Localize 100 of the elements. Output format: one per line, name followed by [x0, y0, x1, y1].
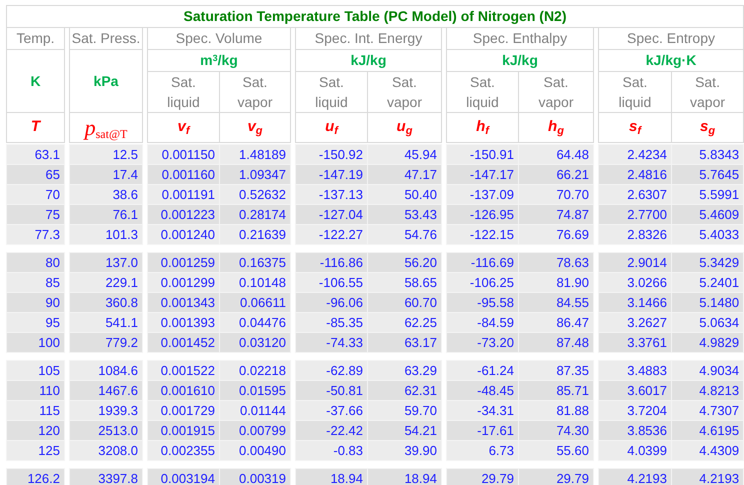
- table-cell: 2.4816: [598, 164, 672, 184]
- table-cell: -127.04: [296, 204, 368, 224]
- table-cell: 126.2: [6, 468, 64, 485]
- table-cell: -37.66: [296, 400, 368, 420]
- table-cell: 2513.0: [70, 420, 142, 440]
- table-cell: 3.1466: [598, 292, 672, 312]
- table-cell: 18.94: [368, 468, 442, 485]
- table-cell: 0.001343: [148, 292, 220, 312]
- table-cell: -106.55: [296, 272, 368, 292]
- table-cell: -147.19: [296, 164, 368, 184]
- table-cell: 5.4609: [672, 204, 744, 224]
- table-cell: 63.1: [6, 144, 64, 164]
- table-cell: 0.001223: [148, 204, 220, 224]
- table-cell: 2.6307: [598, 184, 672, 204]
- column-subheader: Sat. vapor: [386, 73, 424, 112]
- column-subheader: Sat. liquid: [166, 73, 201, 112]
- table-cell: 0.21639: [220, 224, 290, 244]
- column-subheader: Sat. vapor: [689, 73, 726, 112]
- table-cell: 86.47: [518, 312, 594, 332]
- table-cell: 77.3: [6, 224, 64, 244]
- table-cell: -62.89: [296, 360, 368, 380]
- symbol-label: s$_{f}$: [598, 112, 672, 142]
- table-cell: -61.24: [446, 360, 518, 380]
- column-header: Spec. Volume: [148, 28, 290, 50]
- symbol-label: v$_{f}$: [148, 112, 220, 142]
- table-cell: 39.90: [368, 440, 442, 460]
- table-cell: 229.1: [70, 272, 142, 292]
- table-cell: 105: [6, 360, 64, 380]
- table-cell: -122.15: [446, 224, 518, 244]
- table-cell: 3.4883: [598, 360, 672, 380]
- unit-label: kJ/kg: [296, 50, 442, 72]
- table-cell: 50.40: [368, 184, 442, 204]
- table-cell: 4.7307: [672, 400, 744, 420]
- table-cell: 47.17: [368, 164, 442, 184]
- table-cell: 55.60: [518, 440, 594, 460]
- table-cell: 3.0266: [598, 272, 672, 292]
- table-cell: 17.4: [70, 164, 142, 184]
- table-cell: 100: [6, 332, 64, 352]
- table-cell: 5.1480: [672, 292, 744, 312]
- table-cell: 3.7204: [598, 400, 672, 420]
- unit-label: kJ/kg: [446, 50, 594, 72]
- table-cell: 0.00319: [220, 468, 290, 485]
- column-subheader: Sat. vapor: [537, 73, 575, 112]
- table-cell: 0.01144: [220, 400, 290, 420]
- table-cell: 4.0399: [598, 440, 672, 460]
- symbol-label: u$_{f}$: [296, 112, 368, 142]
- table-cell: 0.001191: [148, 184, 220, 204]
- table-cell: 75: [6, 204, 64, 224]
- table-cell: 0.16375: [220, 252, 290, 272]
- column-header: Spec. Enthalpy: [446, 28, 594, 50]
- table-cell: -74.33: [296, 332, 368, 352]
- table-cell: 18.94: [296, 468, 368, 485]
- table-cell: 85: [6, 272, 64, 292]
- table-cell: -147.17: [446, 164, 518, 184]
- table-cell: 1.48189: [220, 144, 290, 164]
- table-cell: 76.69: [518, 224, 594, 244]
- table-cell: -85.35: [296, 312, 368, 332]
- table-cell: 0.003194: [148, 468, 220, 485]
- table-cell: 0.06611: [220, 292, 290, 312]
- table-cell: 0.001393: [148, 312, 220, 332]
- table-cell: 4.9829: [672, 332, 744, 352]
- table-cell: 60.70: [368, 292, 442, 312]
- table-cell: 58.65: [368, 272, 442, 292]
- table-cell: 63.29: [368, 360, 442, 380]
- column-header: Spec. Entropy: [598, 28, 744, 50]
- table-cell: 3.6017: [598, 380, 672, 400]
- table-cell: 0.001160: [148, 164, 220, 184]
- table-cell: 85.71: [518, 380, 594, 400]
- table-cell: -122.27: [296, 224, 368, 244]
- table-cell: 0.10148: [220, 272, 290, 292]
- table-cell: -84.59: [446, 312, 518, 332]
- column-subheader: Sat. vapor: [236, 73, 274, 112]
- table-cell: 4.2193: [598, 468, 672, 485]
- table-cell: -0.83: [296, 440, 368, 460]
- table-cell: 29.79: [518, 468, 594, 485]
- table-cell: 541.1: [70, 312, 142, 332]
- table-cell: 64.48: [518, 144, 594, 164]
- table-cell: 3.2627: [598, 312, 672, 332]
- symbol-label: h$_{f}$: [446, 112, 518, 142]
- table-cell: 4.8213: [672, 380, 744, 400]
- table-cell: 70: [6, 184, 64, 204]
- table-cell: 1939.3: [70, 400, 142, 420]
- table-cell: 81.90: [518, 272, 594, 292]
- table-cell: -17.61: [446, 420, 518, 440]
- table-cell: 3208.0: [70, 440, 142, 460]
- table-cell: 5.4033: [672, 224, 744, 244]
- table-cell: 76.1: [70, 204, 142, 224]
- table-cell: 3397.8: [70, 468, 142, 485]
- unit-label: kJ/kg·K: [598, 50, 744, 72]
- table-cell: 125: [6, 440, 64, 460]
- table-cell: 95: [6, 312, 64, 332]
- table-cell: 2.9014: [598, 252, 672, 272]
- table-cell: 45.94: [368, 144, 442, 164]
- table-cell: 1467.6: [70, 380, 142, 400]
- table-cell: 2.4234: [598, 144, 672, 164]
- table-cell: 2.7700: [598, 204, 672, 224]
- table-cell: -96.06: [296, 292, 368, 312]
- table-cell: 5.7645: [672, 164, 744, 184]
- table-cell: 4.4309: [672, 440, 744, 460]
- table-cell: 80: [6, 252, 64, 272]
